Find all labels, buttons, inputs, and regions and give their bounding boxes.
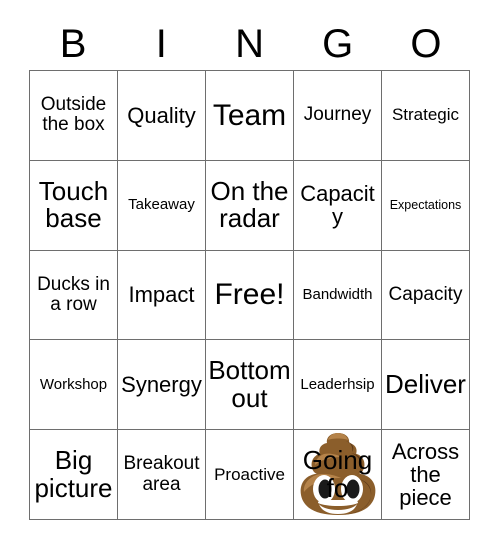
bingo-cell-label: Going fo	[302, 445, 373, 503]
bingo-cell-label: Strategic	[391, 105, 460, 125]
bingo-cell[interactable]: Takeaway	[118, 160, 206, 251]
bingo-cell-label: Bottom out	[208, 355, 291, 413]
bingo-grid: Outside the box Quality Team Journey Strateg…	[29, 70, 470, 520]
bingo-cell-label: Free!	[214, 278, 285, 312]
bingo-cell-label: Bandwidth	[302, 286, 373, 304]
bingo-cell[interactable]: On the radar	[206, 160, 294, 251]
bingo-cell-label: Expectations	[389, 197, 462, 212]
bingo-cell-label: Quality	[127, 102, 196, 128]
bingo-cell-label: Takeaway	[128, 196, 195, 214]
bingo-cell-label: Big picture	[34, 445, 113, 503]
bingo-cell-label: Breakout area	[123, 453, 200, 495]
bingo-cell[interactable]: Workshop	[30, 340, 118, 431]
bingo-cell[interactable]: Expectations	[382, 160, 470, 251]
bingo-cell[interactable]: Capacity	[294, 160, 382, 251]
bingo-header-letter-o: O	[410, 22, 442, 66]
bingo-cell-label: Impact	[128, 282, 195, 308]
bingo-cell[interactable]: Free!	[206, 250, 294, 341]
bingo-cell-label: Across the piece	[391, 438, 460, 511]
bingo-cell-label: On the radar	[210, 175, 289, 234]
bingo-cell[interactable]: Across the piece	[382, 430, 470, 520]
bingo-cell[interactable]: Bottom out	[206, 340, 294, 431]
bingo-cell[interactable]: Impact	[118, 250, 206, 341]
bingo-cell[interactable]: Capacity	[382, 250, 470, 341]
bingo-cell[interactable]: Strategic	[382, 71, 470, 161]
bingo-cell-label: Capacity	[300, 180, 375, 230]
bingo-cell[interactable]: Leaderhsip	[294, 340, 382, 431]
bingo-header-letter-b: B	[59, 22, 87, 66]
bingo-cell[interactable]: Journey	[294, 71, 382, 161]
bingo-cell[interactable]: Deliver	[382, 340, 470, 431]
bingo-cell[interactable]: Quality	[118, 71, 206, 161]
bingo-header-letter-g: G	[322, 22, 354, 66]
bingo-cell[interactable]: Synergy	[118, 340, 206, 431]
bingo-cell[interactable]: Proactive	[206, 430, 294, 520]
bingo-cell[interactable]: Breakout area	[118, 430, 206, 520]
bingo-header-row: BINGO	[29, 18, 470, 70]
bingo-cell[interactable]: Going fo	[294, 430, 382, 520]
bingo-cell[interactable]: Ducks in a row	[30, 250, 118, 341]
bingo-cell-label: Proactive	[214, 464, 285, 484]
bingo-cell[interactable]: Outside the box	[30, 71, 118, 161]
bingo-cell-label: Leaderhsip	[300, 375, 375, 393]
bingo-cell-label: Synergy	[121, 372, 202, 398]
bingo-cell-label: Workshop	[39, 375, 108, 393]
bingo-cell[interactable]: Big picture	[30, 430, 118, 520]
bingo-cell-label: Ducks in a row	[37, 273, 110, 315]
bingo-cell[interactable]: Bandwidth	[294, 250, 382, 341]
bingo-card: B I N G O Outside the box Quality Team Journey S…	[0, 0, 500, 544]
bingo-cell[interactable]: Team	[206, 71, 294, 161]
bingo-cell-label: Outside the box	[40, 94, 107, 136]
bingo-cell[interactable]: Touch base	[30, 160, 118, 251]
bingo-cell-label: Team	[212, 98, 287, 132]
bingo-header-letter-i: I	[155, 22, 167, 66]
bingo-cell-label: Journey	[303, 104, 372, 126]
bingo-header-letter-n: N	[235, 22, 264, 66]
bingo-cell-label: Touch base	[38, 175, 109, 234]
bingo-cell-label: Deliver	[385, 369, 466, 400]
bingo-cell-label: Capacity	[388, 283, 463, 305]
